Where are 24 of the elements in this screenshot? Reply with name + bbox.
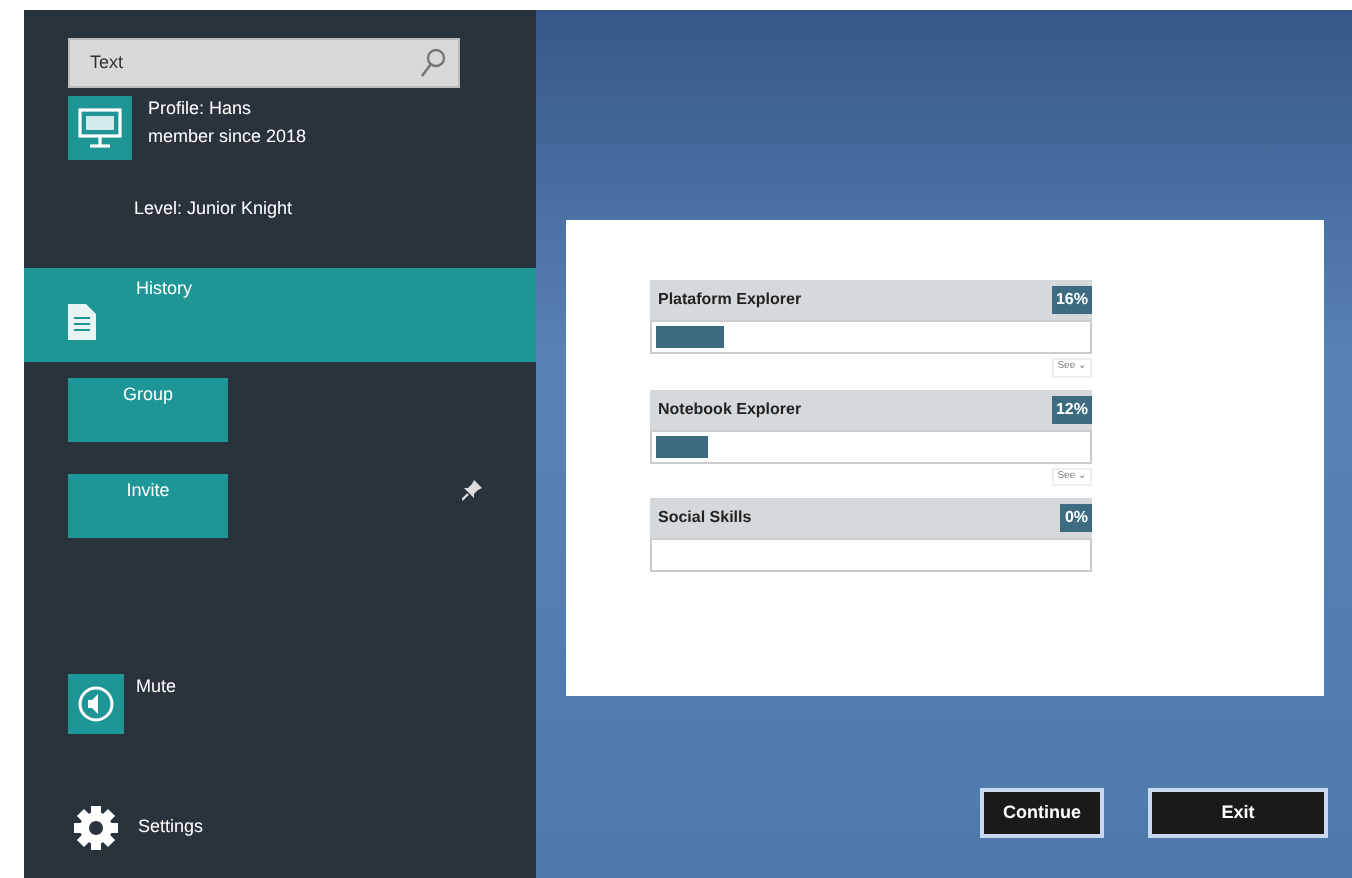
history-menu-item[interactable]: History xyxy=(24,267,536,361)
continue-button[interactable]: Continue xyxy=(980,788,1104,838)
level-text: Level: Junior Knight xyxy=(134,196,293,222)
mute-label[interactable]: Mute xyxy=(136,674,177,734)
menu-tile[interactable]: Invite xyxy=(68,473,228,537)
monitor-icon[interactable] xyxy=(68,96,132,160)
skill-name: Plataform Explorer xyxy=(658,288,802,312)
document-icon xyxy=(68,303,96,339)
profile-name: Profile: Hans xyxy=(148,96,254,122)
speaker-icon[interactable] xyxy=(68,674,124,734)
pin-icon[interactable] xyxy=(462,479,482,501)
search-field[interactable]: Text xyxy=(86,47,420,79)
settings-icon[interactable] xyxy=(74,806,118,850)
menu-tile[interactable]: Group xyxy=(68,377,228,441)
search-bar[interactable]: Text xyxy=(68,38,460,88)
percent-badge: 0% xyxy=(1060,504,1092,532)
settings-label[interactable]: Settings xyxy=(138,814,204,842)
percent-badge: 12% xyxy=(1051,395,1092,423)
skill-name: Notebook Explorer xyxy=(658,397,802,421)
search-icon[interactable] xyxy=(420,48,446,78)
skill-name: Social Skills xyxy=(658,506,752,530)
percent-badge: 16% xyxy=(1051,286,1092,314)
member-since: member since 2018 xyxy=(148,123,307,149)
exit-button[interactable]: Exit xyxy=(1148,788,1328,838)
